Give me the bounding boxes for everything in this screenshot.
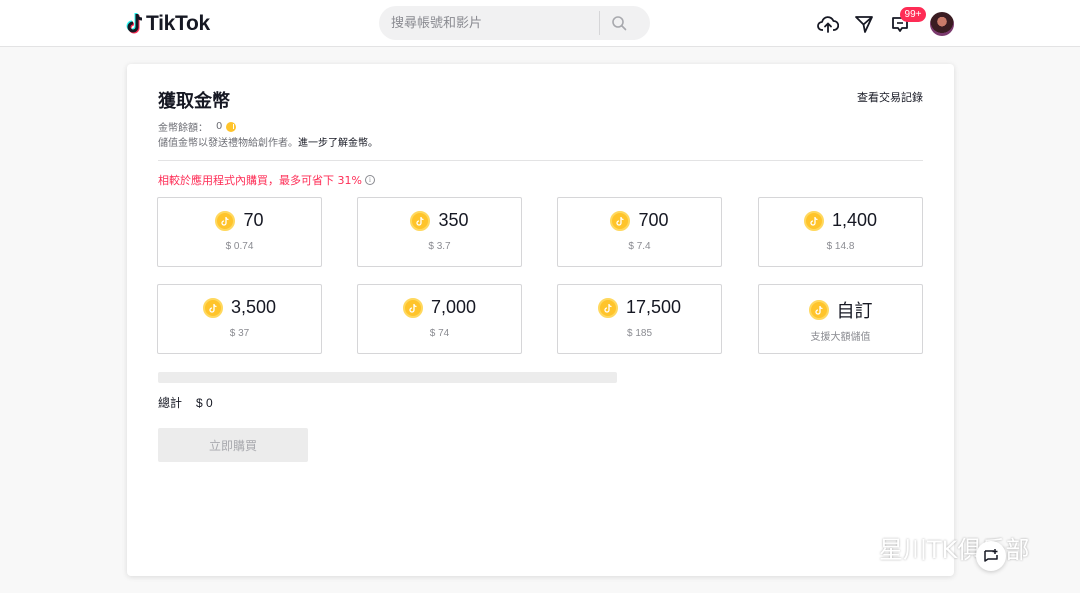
- search-input[interactable]: [379, 6, 599, 40]
- package-price: $ 7.4: [628, 241, 651, 252]
- tiktok-note-icon: [126, 13, 143, 34]
- info-icon[interactable]: i: [364, 175, 375, 185]
- balance-label: 金幣餘額：: [158, 123, 208, 134]
- coin-package-custom[interactable]: 自訂 支援大額儲值: [758, 284, 923, 354]
- search-bar: [379, 6, 650, 40]
- package-price: $ 37: [229, 328, 250, 339]
- messages-button[interactable]: [852, 12, 876, 36]
- package-amount: 7,000: [430, 297, 477, 317]
- package-amount: 3,500: [230, 297, 277, 317]
- coin-description: 儲值金幣以發送禮物給創作者。進一步了解金幣。: [158, 134, 378, 149]
- buy-now-button[interactable]: 立即購買: [158, 428, 308, 462]
- coin-package-350[interactable]: 350 $ 3.7: [357, 197, 522, 267]
- description-text: 儲值金幣以發送禮物給創作者。: [158, 138, 298, 149]
- package-amount: 自訂: [836, 301, 873, 321]
- package-price: $ 0.74: [225, 241, 254, 252]
- coin-icon: [202, 297, 223, 318]
- package-amount: 1,400: [831, 210, 878, 230]
- total-label: 總計: [158, 396, 183, 410]
- logo-text: TikTok: [146, 12, 210, 35]
- savings-promo: 相較於應用程式內購買，最多可省下 31% i: [158, 172, 375, 188]
- coin-package-7000[interactable]: 7,000 $ 74: [357, 284, 522, 354]
- promo-text: 相較於應用程式內購買，最多可省下 31%: [158, 174, 362, 187]
- wechat-icon: [838, 535, 871, 559]
- get-coins-card: 獲取金幣 查看交易記錄 金幣餘額： 0 儲值金幣以發送禮物給創作者。進一步了解金…: [127, 64, 954, 576]
- package-price: 支援大額儲值: [810, 332, 871, 343]
- notification-badge: 99+: [900, 7, 926, 22]
- coin-icon: [226, 121, 237, 132]
- top-nav-bar: TikTok 99+: [0, 0, 1080, 47]
- package-amount: 350: [438, 210, 469, 230]
- tiktok-logo[interactable]: TikTok: [124, 12, 210, 36]
- order-total: 總計 $ 0: [158, 394, 213, 411]
- package-amount: 17,500: [625, 297, 682, 317]
- total-value: $ 0: [196, 396, 213, 410]
- search-icon: [612, 16, 627, 31]
- package-amount: 700: [638, 210, 669, 230]
- coin-icon: [410, 210, 431, 231]
- learn-more-link[interactable]: 進一步了解金幣。: [298, 138, 378, 149]
- page-title: 獲取金幣: [158, 91, 230, 112]
- search-button[interactable]: [600, 6, 638, 40]
- coin-icon: [402, 297, 423, 318]
- send-icon: [855, 16, 873, 33]
- feedback-button[interactable]: [976, 541, 1006, 571]
- coin-package-3500[interactable]: 3,500 $ 37: [157, 284, 322, 354]
- watermark-text: 星川TK俱乐部: [879, 536, 1030, 564]
- package-amount: 70: [243, 210, 264, 230]
- package-price: $ 3.7: [428, 241, 451, 252]
- profile-avatar[interactable]: [930, 12, 954, 36]
- balance-value: 0: [216, 121, 223, 132]
- package-price: $ 74: [429, 328, 450, 339]
- coin-balance: 金幣餘額： 0: [158, 119, 237, 134]
- coin-icon: [803, 210, 824, 231]
- coin-package-700[interactable]: 700 $ 7.4: [557, 197, 722, 267]
- loading-bar: [158, 372, 617, 383]
- transaction-history-link[interactable]: 查看交易記錄: [857, 89, 923, 105]
- coin-package-1400[interactable]: 1,400 $ 14.8: [758, 197, 923, 267]
- divider: [158, 160, 923, 161]
- coin-package-17500[interactable]: 17,500 $ 185: [557, 284, 722, 354]
- coin-icon: [215, 210, 236, 231]
- coin-icon: [597, 297, 618, 318]
- upload-button[interactable]: [816, 12, 840, 36]
- package-price: $ 14.8: [826, 241, 855, 252]
- coin-package-70[interactable]: 70 $ 0.74: [157, 197, 322, 267]
- feedback-icon: [984, 549, 998, 562]
- package-price: $ 185: [626, 328, 653, 339]
- coin-icon: [808, 300, 829, 320]
- coin-icon: [610, 210, 631, 231]
- cloud-upload-icon: [817, 16, 839, 33]
